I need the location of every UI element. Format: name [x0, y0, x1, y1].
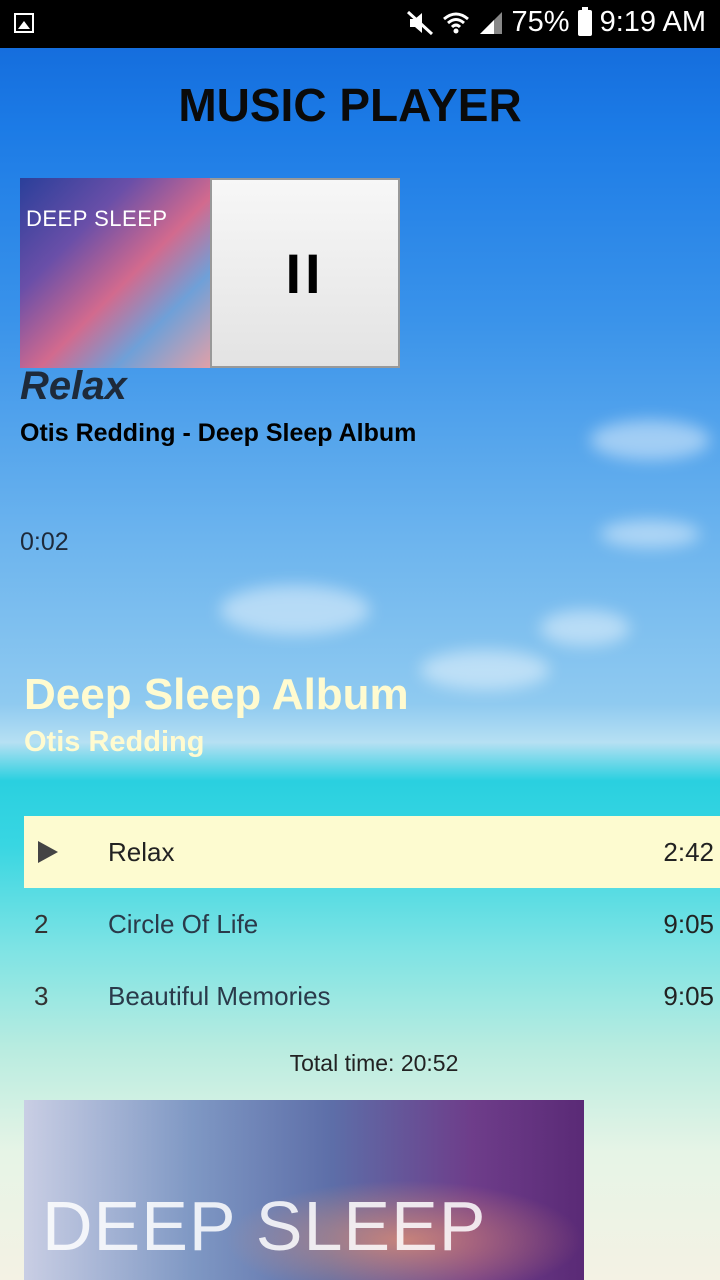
album-cover-label: DEEP SLEEP — [42, 1187, 487, 1265]
album-artist: Otis Redding — [24, 726, 205, 758]
battery-percent: 75% — [511, 6, 570, 38]
track-list: Relax 2:42 2 Circle Of Life 9:05 3 Beaut… — [24, 816, 720, 1032]
track-row[interactable]: 3 Beautiful Memories 9:05 — [24, 960, 720, 1032]
pause-button[interactable]: II — [210, 178, 400, 368]
track-duration: 9:05 — [663, 981, 714, 1011]
pause-icon: II — [285, 241, 325, 305]
elapsed-time: 0:02 — [20, 528, 69, 556]
signal-icon — [479, 11, 502, 34]
now-playing-album-art: DEEP SLEEP — [20, 178, 210, 368]
track-name: Circle Of Life — [108, 909, 259, 939]
track-name: Beautiful Memories — [108, 981, 331, 1011]
track-number: 2 — [34, 909, 49, 939]
track-name: Relax — [108, 837, 175, 867]
gallery-notification-icon — [14, 13, 34, 33]
clock: 9:19 AM — [599, 6, 706, 38]
track-number: 3 — [34, 981, 49, 1011]
track-duration: 2:42 — [663, 837, 714, 867]
now-playing-title: Relax — [20, 364, 127, 408]
album-art-label: DEEP SLEEP — [26, 206, 168, 231]
now-playing-artist-album: Otis Redding - Deep Sleep Album — [20, 419, 417, 447]
play-icon — [38, 841, 58, 863]
track-row[interactable]: Relax 2:42 — [24, 816, 720, 888]
album-cover-image: DEEP SLEEP — [24, 1100, 584, 1280]
status-bar: 75% 9:19 AM — [0, 0, 720, 48]
track-row[interactable]: 2 Circle Of Life 9:05 — [24, 888, 720, 960]
album-title: Deep Sleep Album — [24, 670, 409, 719]
battery-icon — [577, 6, 592, 36]
total-time: Total time: 20:52 — [289, 1050, 459, 1076]
track-duration: 9:05 — [663, 909, 714, 939]
mute-icon — [406, 10, 433, 35]
wifi-icon — [442, 12, 469, 33]
page-title: MUSIC PLAYER — [178, 79, 522, 131]
